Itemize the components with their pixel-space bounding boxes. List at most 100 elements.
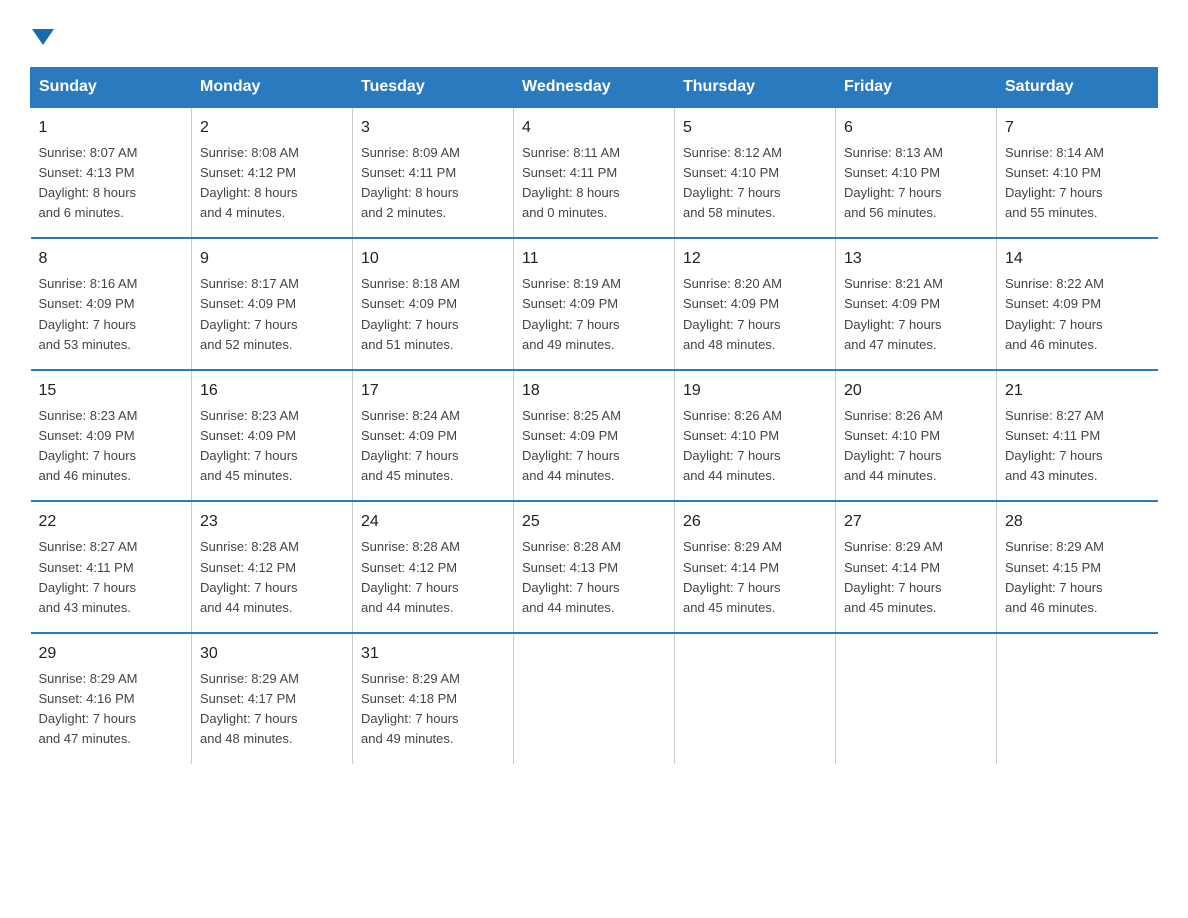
- day-info: Sunrise: 8:14 AMSunset: 4:10 PMDaylight:…: [1005, 143, 1150, 224]
- day-info: Sunrise: 8:26 AMSunset: 4:10 PMDaylight:…: [683, 406, 827, 487]
- day-info: Sunrise: 8:28 AMSunset: 4:12 PMDaylight:…: [361, 537, 505, 618]
- day-info: Sunrise: 8:23 AMSunset: 4:09 PMDaylight:…: [39, 406, 184, 487]
- day-number: 10: [361, 247, 505, 271]
- day-number: 13: [844, 247, 988, 271]
- calendar-week-row: 1 Sunrise: 8:07 AMSunset: 4:13 PMDaylight…: [31, 107, 1158, 239]
- calendar-day-cell: 18 Sunrise: 8:25 AMSunset: 4:09 PMDayligh…: [514, 370, 675, 502]
- day-number: 24: [361, 510, 505, 534]
- day-number: 5: [683, 116, 827, 140]
- day-number: 21: [1005, 379, 1150, 403]
- calendar-day-cell: 19Sunrise: 8:26 AMSunset: 4:10 PMDayligh…: [675, 370, 836, 502]
- calendar-day-cell: 27 Sunrise: 8:29 AMSunset: 4:14 PMDayligh…: [836, 501, 997, 633]
- day-of-week-header: Tuesday: [353, 67, 514, 107]
- day-info: Sunrise: 8:11 AMSunset: 4:11 PMDaylight:…: [522, 143, 666, 224]
- day-number: 15: [39, 379, 184, 403]
- day-number: 25: [522, 510, 666, 534]
- calendar-day-cell: 14 Sunrise: 8:22 AMSunset: 4:09 PMDayligh…: [997, 238, 1158, 370]
- day-info: Sunrise: 8:29 AMSunset: 4:16 PMDaylight:…: [39, 669, 184, 750]
- calendar-day-cell: 21 Sunrise: 8:27 AMSunset: 4:11 PMDayligh…: [997, 370, 1158, 502]
- day-info: Sunrise: 8:20 AMSunset: 4:09 PMDaylight:…: [683, 274, 827, 355]
- day-info: Sunrise: 8:08 AMSunset: 4:12 PMDaylight:…: [200, 143, 344, 224]
- day-info: Sunrise: 8:29 AMSunset: 4:18 PMDaylight:…: [361, 669, 505, 750]
- day-info: Sunrise: 8:29 AMSunset: 4:14 PMDaylight:…: [844, 537, 988, 618]
- calendar-day-cell: 30Sunrise: 8:29 AMSunset: 4:17 PMDayligh…: [192, 633, 353, 764]
- calendar-day-cell: 3 Sunrise: 8:09 AMSunset: 4:11 PMDaylight…: [353, 107, 514, 239]
- day-info: Sunrise: 8:16 AMSunset: 4:09 PMDaylight:…: [39, 274, 184, 355]
- day-info: Sunrise: 8:24 AMSunset: 4:09 PMDaylight:…: [361, 406, 505, 487]
- day-number: 28: [1005, 510, 1150, 534]
- day-of-week-header: Thursday: [675, 67, 836, 107]
- day-info: Sunrise: 8:26 AMSunset: 4:10 PMDaylight:…: [844, 406, 988, 487]
- day-info: Sunrise: 8:29 AMSunset: 4:15 PMDaylight:…: [1005, 537, 1150, 618]
- calendar-table: SundayMondayTuesdayWednesdayThursdayFrid…: [30, 67, 1158, 764]
- logo-general-line: [30, 20, 54, 49]
- calendar-week-row: 15 Sunrise: 8:23 AMSunset: 4:09 PMDayligh…: [31, 370, 1158, 502]
- calendar-day-cell: 16 Sunrise: 8:23 AMSunset: 4:09 PMDayligh…: [192, 370, 353, 502]
- page-header: [30, 20, 1158, 49]
- day-info: Sunrise: 8:21 AMSunset: 4:09 PMDaylight:…: [844, 274, 988, 355]
- calendar-day-cell: 7 Sunrise: 8:14 AMSunset: 4:10 PMDaylight…: [997, 107, 1158, 239]
- day-info: Sunrise: 8:18 AMSunset: 4:09 PMDaylight:…: [361, 274, 505, 355]
- day-info: Sunrise: 8:07 AMSunset: 4:13 PMDaylight:…: [39, 143, 184, 224]
- calendar-day-cell: [836, 633, 997, 764]
- day-number: 16: [200, 379, 344, 403]
- calendar-day-cell: 12Sunrise: 8:20 AMSunset: 4:09 PMDayligh…: [675, 238, 836, 370]
- day-info: Sunrise: 8:29 AMSunset: 4:14 PMDaylight:…: [683, 537, 827, 618]
- day-number: 29: [39, 642, 184, 666]
- calendar-day-cell: 24 Sunrise: 8:28 AMSunset: 4:12 PMDayligh…: [353, 501, 514, 633]
- day-number: 18: [522, 379, 666, 403]
- calendar-day-cell: 26 Sunrise: 8:29 AMSunset: 4:14 PMDayligh…: [675, 501, 836, 633]
- calendar-day-cell: 29 Sunrise: 8:29 AMSunset: 4:16 PMDayligh…: [31, 633, 192, 764]
- day-number: 31: [361, 642, 505, 666]
- day-of-week-header: Sunday: [31, 67, 192, 107]
- calendar-day-cell: 31 Sunrise: 8:29 AMSunset: 4:18 PMDayligh…: [353, 633, 514, 764]
- day-of-week-header: Monday: [192, 67, 353, 107]
- calendar-day-cell: 22 Sunrise: 8:27 AMSunset: 4:11 PMDayligh…: [31, 501, 192, 633]
- calendar-day-cell: 4Sunrise: 8:11 AMSunset: 4:11 PMDaylight…: [514, 107, 675, 239]
- calendar-week-row: 22 Sunrise: 8:27 AMSunset: 4:11 PMDayligh…: [31, 501, 1158, 633]
- calendar-day-cell: 17 Sunrise: 8:24 AMSunset: 4:09 PMDayligh…: [353, 370, 514, 502]
- day-number: 7: [1005, 116, 1150, 140]
- calendar-day-cell: 1 Sunrise: 8:07 AMSunset: 4:13 PMDaylight…: [31, 107, 192, 239]
- calendar-week-row: 8Sunrise: 8:16 AMSunset: 4:09 PMDaylight…: [31, 238, 1158, 370]
- day-info: Sunrise: 8:25 AMSunset: 4:09 PMDaylight:…: [522, 406, 666, 487]
- calendar-day-cell: 6Sunrise: 8:13 AMSunset: 4:10 PMDaylight…: [836, 107, 997, 239]
- day-info: Sunrise: 8:13 AMSunset: 4:10 PMDaylight:…: [844, 143, 988, 224]
- calendar-day-cell: 15 Sunrise: 8:23 AMSunset: 4:09 PMDayligh…: [31, 370, 192, 502]
- calendar-day-cell: 28 Sunrise: 8:29 AMSunset: 4:15 PMDayligh…: [997, 501, 1158, 633]
- calendar-week-row: 29 Sunrise: 8:29 AMSunset: 4:16 PMDayligh…: [31, 633, 1158, 764]
- day-number: 17: [361, 379, 505, 403]
- calendar-day-cell: [997, 633, 1158, 764]
- day-number: 11: [522, 247, 666, 271]
- day-number: 9: [200, 247, 344, 271]
- day-number: 22: [39, 510, 184, 534]
- day-of-week-header: Friday: [836, 67, 997, 107]
- calendar-day-cell: [514, 633, 675, 764]
- day-number: 23: [200, 510, 344, 534]
- day-number: 14: [1005, 247, 1150, 271]
- day-number: 1: [39, 116, 184, 140]
- calendar-day-cell: 20 Sunrise: 8:26 AMSunset: 4:10 PMDayligh…: [836, 370, 997, 502]
- logo-triangle-icon: [32, 29, 54, 45]
- day-of-week-header: Wednesday: [514, 67, 675, 107]
- calendar-day-cell: 23Sunrise: 8:28 AMSunset: 4:12 PMDayligh…: [192, 501, 353, 633]
- calendar-header-row: SundayMondayTuesdayWednesdayThursdayFrid…: [31, 67, 1158, 107]
- day-number: 2: [200, 116, 344, 140]
- day-number: 20: [844, 379, 988, 403]
- day-info: Sunrise: 8:27 AMSunset: 4:11 PMDaylight:…: [39, 537, 184, 618]
- day-number: 26: [683, 510, 827, 534]
- day-info: Sunrise: 8:09 AMSunset: 4:11 PMDaylight:…: [361, 143, 505, 224]
- calendar-day-cell: 25Sunrise: 8:28 AMSunset: 4:13 PMDayligh…: [514, 501, 675, 633]
- calendar-day-cell: 11Sunrise: 8:19 AMSunset: 4:09 PMDayligh…: [514, 238, 675, 370]
- logo: [30, 20, 54, 49]
- day-of-week-header: Saturday: [997, 67, 1158, 107]
- calendar-day-cell: 10 Sunrise: 8:18 AMSunset: 4:09 PMDayligh…: [353, 238, 514, 370]
- day-info: Sunrise: 8:17 AMSunset: 4:09 PMDaylight:…: [200, 274, 344, 355]
- day-number: 30: [200, 642, 344, 666]
- day-number: 3: [361, 116, 505, 140]
- day-info: Sunrise: 8:27 AMSunset: 4:11 PMDaylight:…: [1005, 406, 1150, 487]
- day-number: 27: [844, 510, 988, 534]
- calendar-day-cell: [675, 633, 836, 764]
- day-info: Sunrise: 8:23 AMSunset: 4:09 PMDaylight:…: [200, 406, 344, 487]
- day-info: Sunrise: 8:22 AMSunset: 4:09 PMDaylight:…: [1005, 274, 1150, 355]
